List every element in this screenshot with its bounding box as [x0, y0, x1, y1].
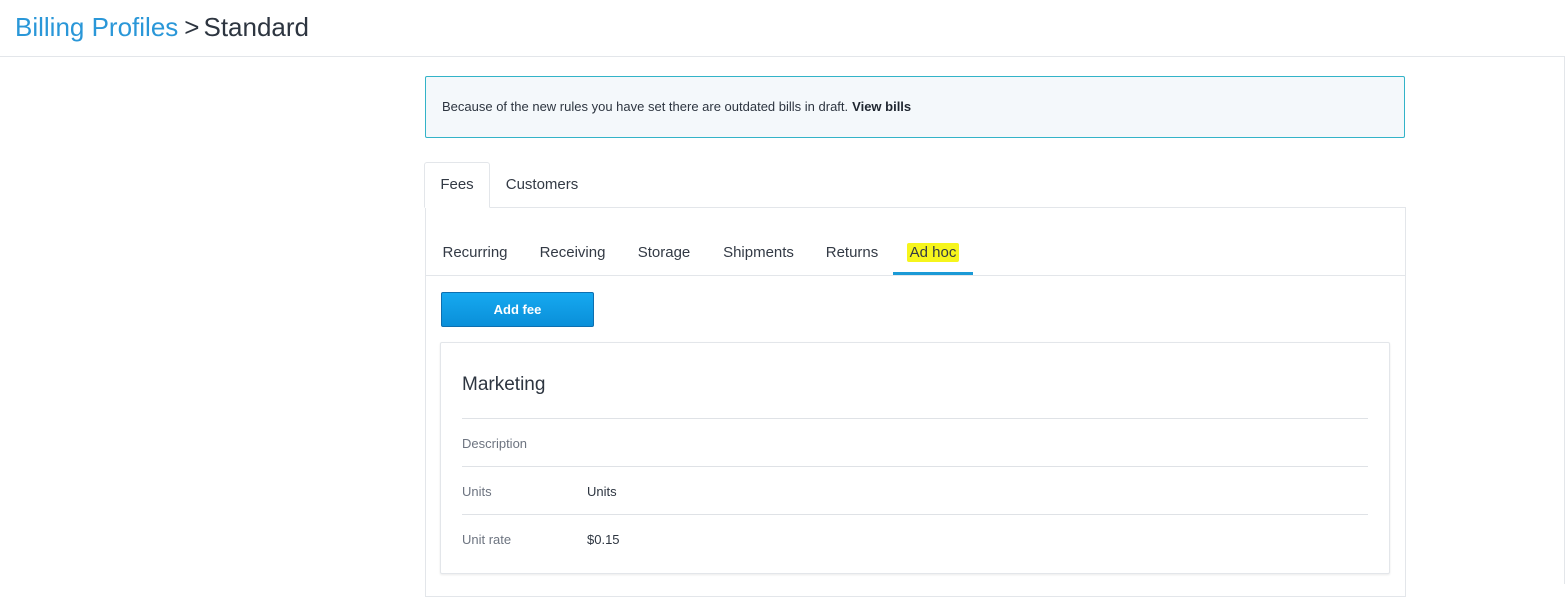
- fee-row-divider: [462, 466, 1368, 467]
- add-fee-button[interactable]: Add fee: [441, 292, 594, 327]
- outdated-bills-alert: Because of the new rules you have set th…: [425, 76, 1405, 138]
- breadcrumb-link-billing-profiles[interactable]: Billing Profiles: [15, 12, 178, 42]
- breadcrumb-current-page: Standard: [203, 12, 310, 42]
- alert-message: Because of the new rules you have set th…: [442, 99, 849, 114]
- page-header: Billing Profiles > Standard: [0, 0, 1565, 57]
- fee-card: Marketing Description Units Units Unit r…: [440, 342, 1390, 574]
- subtabs-divider: [426, 275, 1405, 276]
- subtab-receiving[interactable]: Receiving: [531, 238, 614, 275]
- view-bills-link[interactable]: View bills: [852, 99, 911, 114]
- tab-customers[interactable]: Customers: [494, 162, 590, 208]
- subtab-ad-hoc[interactable]: Ad hoc: [893, 238, 973, 275]
- subtab-returns[interactable]: Returns: [818, 238, 886, 275]
- fee-card-divider: [462, 418, 1368, 419]
- subtab-storage[interactable]: Storage: [629, 238, 699, 275]
- subtab-recurring[interactable]: Recurring: [434, 238, 516, 275]
- fee-row-value-unit-rate: $0.15: [587, 532, 620, 547]
- breadcrumb: Billing Profiles > Standard: [15, 11, 309, 43]
- fee-row-label-description: Description: [462, 436, 528, 451]
- fee-row-value-units: Units: [587, 484, 617, 499]
- fee-row-label-unit-rate: Unit rate: [462, 532, 512, 547]
- fee-row-divider: [462, 514, 1368, 515]
- subtab-shipments[interactable]: Shipments: [714, 238, 803, 275]
- subtab-ad-hoc-label: Ad hoc: [906, 243, 960, 262]
- tab-fees[interactable]: Fees: [424, 162, 490, 208]
- breadcrumb-separator: >: [184, 12, 200, 42]
- fee-row-label-units: Units: [462, 484, 492, 499]
- fee-card-title: Marketing: [462, 374, 546, 395]
